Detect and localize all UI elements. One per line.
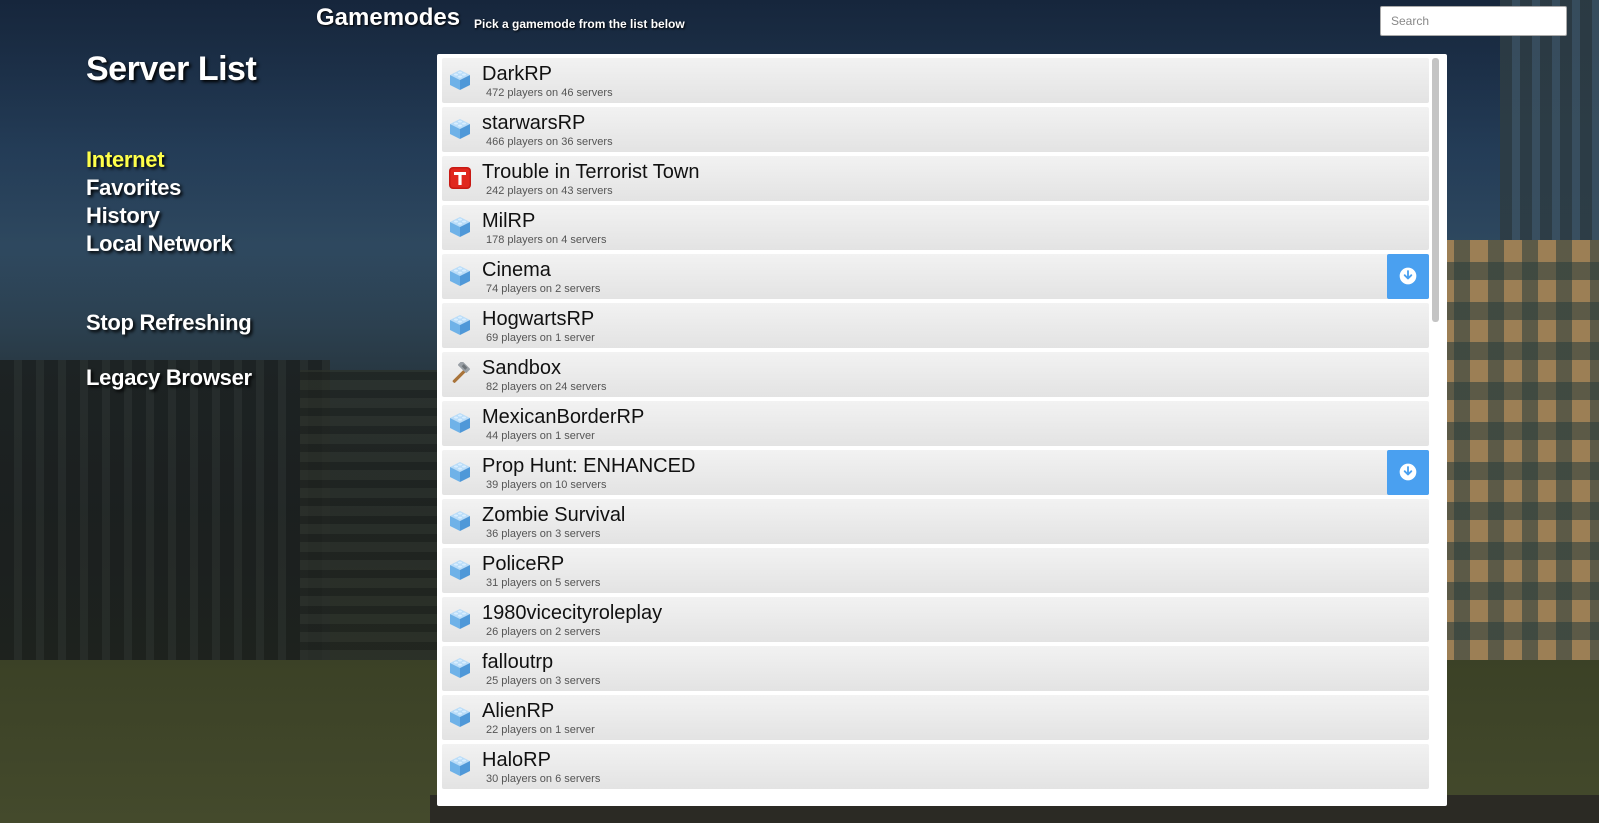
scrollbar[interactable] [1432, 58, 1439, 322]
gamemode-name: Sandbox [482, 357, 561, 379]
cube-icon [448, 509, 472, 533]
gamemode-player-count: 242 players on 43 servers [486, 185, 613, 197]
gamemode-row[interactable]: Zombie Survival 36 players on 3 servers [442, 499, 1429, 544]
sidebar-nav: Internet Favorites History Local Network [86, 146, 233, 258]
gamemode-row[interactable]: MexicanBorderRP 44 players on 1 server [442, 401, 1429, 446]
nav-item-history[interactable]: History [86, 202, 232, 230]
cube-icon [448, 656, 472, 680]
gamemode-player-count: 36 players on 3 servers [486, 528, 601, 540]
cube-icon [448, 117, 472, 141]
gamemode-row[interactable]: Cinema 74 players on 2 servers [442, 254, 1429, 299]
cube-icon [448, 558, 472, 582]
gamemode-name: MexicanBorderRP [482, 406, 645, 428]
background-building [300, 370, 440, 660]
gamemode-player-count: 26 players on 2 servers [486, 626, 601, 638]
gamemode-row[interactable]: starwarsRP 466 players on 36 servers [442, 107, 1429, 152]
gamemode-player-count: 44 players on 1 server [486, 430, 595, 442]
cube-icon [448, 460, 472, 484]
gamemode-name: falloutrp [482, 651, 554, 673]
gamemode-row[interactable]: MilRP 178 players on 4 servers [442, 205, 1429, 250]
ttt-icon [448, 166, 472, 190]
nav-item-internet[interactable]: Internet [86, 146, 232, 174]
cube-icon [448, 68, 472, 92]
background-building [1500, 0, 1599, 250]
download-button[interactable] [1387, 254, 1429, 299]
gamemode-name: Prop Hunt: ENHANCED [482, 455, 696, 477]
background-building [0, 360, 330, 660]
gamemode-row[interactable]: Trouble in Terrorist Town 242 players on … [442, 156, 1429, 201]
nav-item-local-network[interactable]: Local Network [86, 230, 233, 258]
gamemode-row[interactable]: DarkRP 472 players on 46 servers [442, 58, 1429, 103]
cube-icon [448, 607, 472, 631]
gamemode-name: Zombie Survival [482, 504, 626, 526]
gamemode-list: DarkRP 472 players on 46 servers starwarsR… [442, 58, 1429, 793]
gamemode-name: AlienRP [482, 700, 555, 722]
gamemode-player-count: 82 players on 24 servers [486, 381, 607, 393]
gamemode-player-count: 466 players on 36 servers [486, 136, 613, 148]
gamemode-row[interactable]: 1980vicecityroleplay 26 players on 2 serv… [442, 597, 1429, 642]
gamemode-name: HogwartsRP [482, 308, 595, 330]
gamemode-name: MilRP [482, 210, 536, 232]
cube-icon [448, 411, 472, 435]
cube-icon [448, 754, 472, 778]
hammer-icon [448, 361, 472, 386]
gamemode-row[interactable]: AlienRP 22 players on 1 server [442, 695, 1429, 740]
gamemode-player-count: 25 players on 3 servers [486, 675, 601, 687]
gamemode-list-panel: DarkRP 472 players on 46 servers starwarsR… [437, 54, 1447, 806]
gamemode-name: 1980vicecityroleplay [482, 602, 663, 624]
cube-icon [448, 215, 472, 239]
gamemode-player-count: 22 players on 1 server [486, 724, 595, 736]
gamemode-player-count: 69 players on 1 server [486, 332, 595, 344]
gamemode-name: Trouble in Terrorist Town [482, 161, 700, 183]
gamemode-row[interactable]: falloutrp 25 players on 3 servers [442, 646, 1429, 691]
page-subtitle: Pick a gamemode from the list below [474, 17, 685, 31]
gamemode-name: PoliceRP [482, 553, 565, 575]
search-input[interactable] [1380, 6, 1567, 36]
cube-icon [448, 705, 472, 729]
page-title: Gamemodes [316, 4, 461, 31]
cube-icon [448, 264, 472, 288]
gamemode-player-count: 74 players on 2 servers [486, 283, 601, 295]
nav-item-favorites[interactable]: Favorites [86, 174, 232, 202]
sidebar-title: Server List [86, 50, 257, 88]
gamemode-player-count: 31 players on 5 servers [486, 577, 601, 589]
legacy-browser-button[interactable]: Legacy Browser [86, 365, 252, 391]
download-button[interactable] [1387, 450, 1429, 495]
stop-refreshing-button[interactable]: Stop Refreshing [86, 310, 252, 336]
gamemode-row[interactable]: PoliceRP 31 players on 5 servers [442, 548, 1429, 593]
gamemode-name: starwarsRP [482, 112, 586, 134]
download-icon [1399, 463, 1417, 481]
gamemode-player-count: 39 players on 10 servers [486, 479, 607, 491]
gamemode-name: DarkRP [482, 63, 553, 85]
gamemode-player-count: 178 players on 4 servers [486, 234, 607, 246]
cube-icon [448, 313, 472, 337]
gamemode-row[interactable]: HaloRP 30 players on 6 servers [442, 744, 1429, 789]
gamemode-row[interactable]: Sandbox 82 players on 24 servers [442, 352, 1429, 397]
gamemode-name: HaloRP [482, 749, 551, 771]
gamemode-player-count: 30 players on 6 servers [486, 773, 601, 785]
gamemode-player-count: 472 players on 46 servers [486, 87, 613, 99]
download-icon [1399, 267, 1417, 285]
gamemode-name: Cinema [482, 259, 551, 281]
gamemode-row[interactable]: Prop Hunt: ENHANCED 39 players on 10 serv… [442, 450, 1429, 495]
gamemode-row[interactable]: HogwartsRP 69 players on 1 server [442, 303, 1429, 348]
